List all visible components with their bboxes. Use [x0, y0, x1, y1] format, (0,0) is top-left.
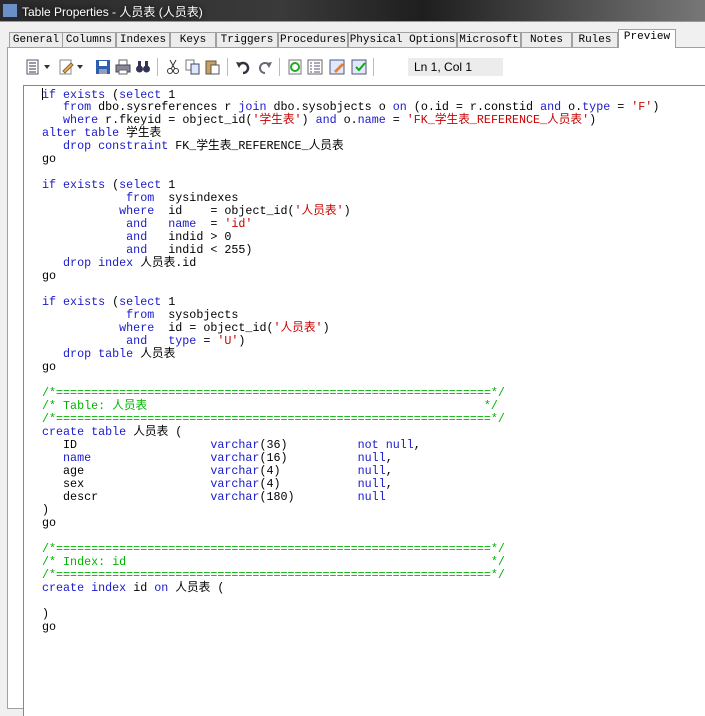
- code-line: go: [42, 516, 57, 530]
- window-title: Table Properties - 人员表 (人员表): [22, 5, 203, 19]
- redo-icon[interactable]: [257, 59, 273, 75]
- code-line: ): [42, 503, 50, 517]
- code-line: drop index 人员表.id: [63, 256, 197, 270]
- code-line: go: [42, 152, 57, 166]
- tab-notes[interactable]: Notes: [521, 32, 572, 47]
- code-line: drop table 人员表: [63, 347, 176, 361]
- toolbar-separator: [227, 58, 228, 76]
- code-area[interactable]: if exists (select 1 from dbo.sysreferenc…: [42, 88, 659, 634]
- code-line: go: [42, 269, 57, 283]
- paste-icon[interactable]: [205, 59, 221, 75]
- copy-icon[interactable]: [185, 59, 201, 75]
- find-icon[interactable]: [135, 59, 151, 75]
- tab-columns[interactable]: Columns: [62, 32, 116, 47]
- properties-icon[interactable]: [307, 59, 323, 75]
- tab-triggers[interactable]: Triggers: [216, 32, 278, 47]
- check-icon[interactable]: [351, 59, 367, 75]
- undo-icon[interactable]: [235, 59, 251, 75]
- refresh-icon[interactable]: [287, 59, 303, 75]
- edit-icon[interactable]: [58, 59, 83, 75]
- code-line: ): [42, 607, 50, 621]
- tab-general[interactable]: General: [9, 32, 63, 47]
- edit-script-icon[interactable]: [329, 59, 345, 75]
- tab-indexes[interactable]: Indexes: [116, 32, 170, 47]
- editor-gutter: [24, 86, 40, 716]
- table-icon: [3, 4, 17, 17]
- tab-microsoft[interactable]: Microsoft: [457, 32, 521, 47]
- title-bar: Table Properties - 人员表 (人员表): [0, 0, 705, 21]
- tab-keys[interactable]: Keys: [170, 32, 216, 47]
- code-line: drop constraint FK_学生表_REFERENCE_人员表: [63, 139, 344, 153]
- code-line: go: [42, 360, 57, 374]
- code-line: descr varchar(180) null: [63, 490, 386, 504]
- print-icon[interactable]: [115, 59, 131, 75]
- tab-procedures[interactable]: Procedures: [278, 32, 348, 47]
- dialog-body: General Columns Indexes Keys Triggers Procedu…: [0, 21, 705, 716]
- sql-preview-editor[interactable]: if exists (select 1 from dbo.sysreferenc…: [23, 85, 705, 716]
- toolbar-separator: [157, 58, 158, 76]
- toolbar-separator: [279, 58, 280, 76]
- cursor-position: Ln 1, Col 1: [408, 58, 503, 76]
- tab-preview[interactable]: Preview: [618, 29, 676, 48]
- tab-rules[interactable]: Rules: [572, 32, 618, 47]
- code-line: create index id on 人员表 (: [42, 581, 225, 595]
- save-icon[interactable]: [95, 59, 111, 75]
- toolbar-separator: [373, 58, 374, 76]
- script-options-icon[interactable]: [25, 59, 50, 75]
- code-line: go: [42, 620, 57, 634]
- cut-icon[interactable]: [165, 59, 181, 75]
- preview-panel: Ln 1, Col 1 if exists (select 1 from dbo…: [7, 47, 705, 716]
- tab-physical-options[interactable]: Physical Options: [348, 32, 457, 47]
